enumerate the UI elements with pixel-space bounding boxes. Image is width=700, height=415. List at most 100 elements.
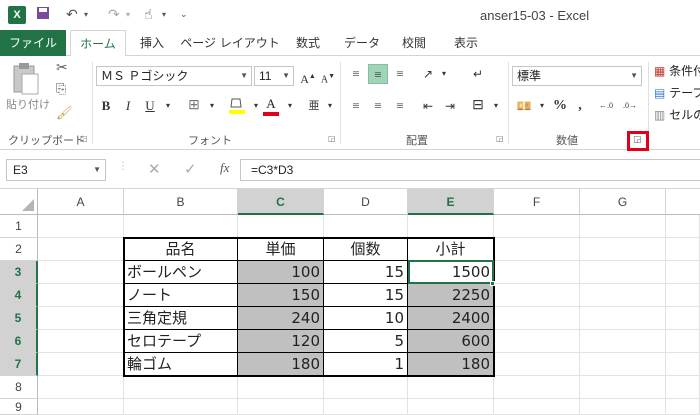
- row-header-6[interactable]: 6: [0, 330, 38, 353]
- percent-icon[interactable]: %: [550, 96, 570, 116]
- cell[interactable]: [494, 307, 580, 330]
- italic-icon[interactable]: I: [118, 96, 138, 116]
- decrease-indent-icon[interactable]: ⇤: [418, 96, 438, 116]
- copy-icon[interactable]: ⎘: [56, 82, 66, 97]
- table-cell[interactable]: 2400: [408, 307, 494, 330]
- cell[interactable]: [408, 399, 494, 415]
- cell[interactable]: [666, 376, 700, 399]
- orientation-dropdown-icon[interactable]: ▾: [434, 64, 454, 84]
- conditional-format-button[interactable]: ▦ 条件付: [654, 62, 700, 79]
- cell[interactable]: [238, 399, 324, 415]
- cell[interactable]: [666, 284, 700, 307]
- name-box[interactable]: E3 ▼: [6, 159, 106, 181]
- cell[interactable]: [580, 376, 666, 399]
- table-cell[interactable]: 240: [238, 307, 324, 330]
- tab-file[interactable]: ファイル: [0, 30, 66, 56]
- table-cell[interactable]: ノート: [124, 284, 238, 307]
- undo-icon[interactable]: ↶: [66, 6, 78, 24]
- fill-handle[interactable]: [490, 281, 495, 286]
- row-header-7[interactable]: 7: [0, 353, 38, 376]
- currency-icon[interactable]: 💴: [514, 96, 534, 116]
- cell[interactable]: [494, 238, 580, 261]
- column-header-f[interactable]: F: [494, 189, 580, 215]
- cell[interactable]: [666, 238, 700, 261]
- column-header-h[interactable]: [666, 189, 700, 215]
- touch-mode-icon[interactable]: ☝: [144, 6, 153, 24]
- table-cell[interactable]: 15: [324, 261, 408, 284]
- underline-icon[interactable]: U: [140, 96, 160, 116]
- row-header-2[interactable]: 2: [0, 238, 38, 261]
- row-header-1[interactable]: 1: [0, 215, 38, 238]
- alignment-launcher-icon[interactable]: ◲: [496, 134, 504, 143]
- table-cell[interactable]: 三角定規: [124, 307, 238, 330]
- table-cell[interactable]: ボールペン: [124, 261, 238, 284]
- undo-dropdown-icon[interactable]: ▾: [84, 6, 88, 24]
- tab-data[interactable]: データ: [340, 30, 384, 56]
- column-header-g[interactable]: G: [580, 189, 666, 215]
- cell[interactable]: [38, 307, 124, 330]
- paste-icon[interactable]: [10, 62, 44, 96]
- table-cell[interactable]: 15: [324, 284, 408, 307]
- cut-icon[interactable]: ✂: [56, 60, 68, 76]
- column-header-a[interactable]: A: [38, 189, 124, 215]
- table-header-cell[interactable]: 個数: [324, 238, 408, 261]
- table-cell[interactable]: 1: [324, 353, 408, 376]
- fill-color-icon[interactable]: [228, 96, 246, 116]
- shrink-font-icon[interactable]: A▼: [318, 66, 338, 86]
- column-header-b[interactable]: B: [124, 189, 238, 215]
- font-color-dropdown-icon[interactable]: ▾: [280, 96, 300, 116]
- tab-page-layout[interactable]: ページ レイアウト: [180, 30, 280, 56]
- cell[interactable]: [324, 376, 408, 399]
- wrap-text-icon[interactable]: ↵: [468, 64, 488, 84]
- cell[interactable]: [580, 330, 666, 353]
- table-cell[interactable]: 10: [324, 307, 408, 330]
- cell[interactable]: [124, 215, 238, 238]
- border-icon[interactable]: ⊞: [184, 96, 204, 116]
- cell[interactable]: [580, 353, 666, 376]
- row-header-4[interactable]: 4: [0, 284, 38, 307]
- cell[interactable]: [494, 330, 580, 353]
- formula-input[interactable]: =C3*D3: [240, 159, 700, 181]
- format-as-table-button[interactable]: ▤ テーブ: [654, 84, 700, 101]
- table-cell[interactable]: 180: [408, 353, 494, 376]
- save-icon[interactable]: [36, 6, 50, 24]
- cell[interactable]: [38, 330, 124, 353]
- cell[interactable]: [580, 307, 666, 330]
- table-cell[interactable]: 2250: [408, 284, 494, 307]
- table-cell[interactable]: 100: [238, 261, 324, 284]
- increase-indent-icon[interactable]: ⇥: [440, 96, 460, 116]
- cancel-icon[interactable]: ✕: [148, 160, 161, 178]
- merge-dropdown-icon[interactable]: ▾: [486, 96, 506, 116]
- align-left-icon[interactable]: ≡: [346, 96, 366, 116]
- cell[interactable]: [580, 238, 666, 261]
- table-cell[interactable]: 600: [408, 330, 494, 353]
- worksheet-grid[interactable]: A B C D E F G 1 2 3 4 5 6 7 8 9 品名 単価 個数 小計…: [0, 189, 700, 415]
- table-header-cell[interactable]: 単価: [238, 238, 324, 261]
- cell[interactable]: [580, 284, 666, 307]
- font-size-combo[interactable]: 11 ▼: [254, 66, 294, 86]
- cell[interactable]: [580, 261, 666, 284]
- border-dropdown-icon[interactable]: ▾: [202, 96, 222, 116]
- cell[interactable]: [666, 307, 700, 330]
- cell[interactable]: [494, 215, 580, 238]
- cell[interactable]: [38, 376, 124, 399]
- align-center-icon[interactable]: ≡: [368, 96, 388, 116]
- align-middle-icon[interactable]: ≡: [368, 64, 388, 84]
- table-cell[interactable]: セロテープ: [124, 330, 238, 353]
- cell[interactable]: [666, 353, 700, 376]
- cell[interactable]: [124, 399, 238, 415]
- currency-dropdown-icon[interactable]: ▾: [532, 96, 552, 116]
- font-launcher-icon[interactable]: ◲: [328, 134, 336, 143]
- cell[interactable]: [38, 215, 124, 238]
- customize-qat-icon[interactable]: ⌄: [180, 6, 188, 24]
- row-header-8[interactable]: 8: [0, 376, 38, 399]
- row-header-3[interactable]: 3: [0, 261, 38, 284]
- cell[interactable]: [666, 261, 700, 284]
- row-header-5[interactable]: 5: [0, 307, 38, 330]
- cell[interactable]: [38, 399, 124, 415]
- font-name-combo[interactable]: ＭＳ Ｐゴシック ▼: [96, 66, 252, 86]
- merge-center-icon[interactable]: ⊟: [468, 96, 488, 116]
- row-header-9[interactable]: 9: [0, 399, 38, 415]
- align-bottom-icon[interactable]: ≡: [390, 64, 410, 84]
- table-cell[interactable]: 150: [238, 284, 324, 307]
